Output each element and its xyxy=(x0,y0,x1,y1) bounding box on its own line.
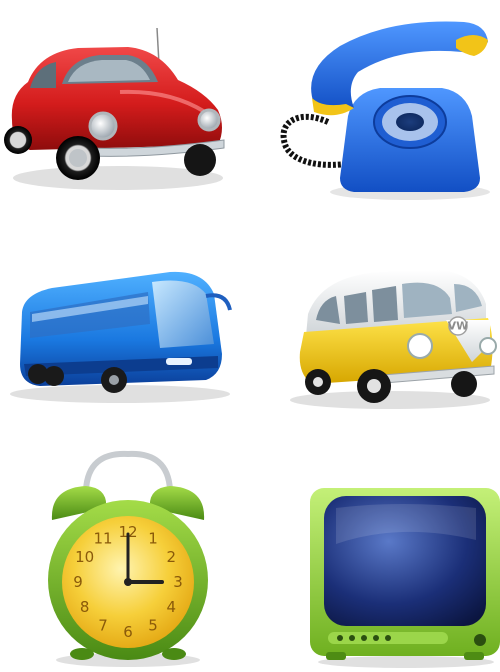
clock-number: 4 xyxy=(167,598,177,616)
icon-grid: VW 12 1 2 3 4 5 6 7 8 9 10 11 xyxy=(0,0,500,672)
bus-graphic xyxy=(10,271,232,403)
clock-number: 9 xyxy=(73,573,83,591)
car-graphic xyxy=(4,27,225,190)
phone-graphic xyxy=(280,21,490,200)
clock-number: 5 xyxy=(148,616,158,634)
clock-number: 2 xyxy=(167,548,177,566)
tv-knob-icon xyxy=(474,634,486,646)
green-retro-tv-icon xyxy=(250,448,500,672)
clock-number: 1 xyxy=(148,530,158,548)
green-alarm-clock-icon: 12 1 2 3 4 5 6 7 8 9 10 11 xyxy=(0,448,250,672)
blue-bus-icon xyxy=(0,224,250,448)
van-graphic: VW xyxy=(290,270,497,409)
clock-number: 11 xyxy=(93,530,112,548)
clock-number: 10 xyxy=(75,548,94,566)
vw-logo-text: VW xyxy=(448,320,469,333)
clock-number: 6 xyxy=(123,623,133,641)
clock-number: 3 xyxy=(173,573,183,591)
clock-graphic: 12 1234567891011 xyxy=(48,450,208,667)
blue-rotary-telephone-icon xyxy=(250,0,500,224)
clock-number: 8 xyxy=(80,598,90,616)
red-beetle-car-icon xyxy=(0,0,250,224)
clock-number: 7 xyxy=(98,616,108,634)
tv-graphic xyxy=(310,488,500,668)
yellow-vw-van-icon: VW xyxy=(250,224,500,448)
